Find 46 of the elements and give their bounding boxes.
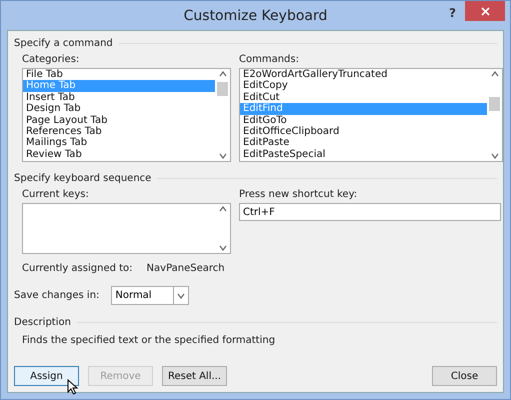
group-title: Description xyxy=(14,316,71,328)
list-item[interactable]: References Tab xyxy=(23,126,215,138)
commands-list[interactable]: E2oWordArtGalleryTruncated EditCopy EditCut EditFind EditGoTo EditOfficeClipboard EditPaste EditPasteSpecial xyxy=(239,68,503,162)
scroll-up-icon[interactable] xyxy=(490,71,498,77)
list-item[interactable]: Page Layout Tab xyxy=(23,114,215,126)
shortcut-key-field[interactable]: Ctrl+F xyxy=(239,203,501,221)
dialog-button[interactable]: Close xyxy=(432,366,497,386)
categories-list[interactable]: File Tab Home Tab Insert Tab Design Tab Page Layout Tab References Tab Mailings Tab Review Tab xyxy=(22,68,231,162)
scroll-down-icon[interactable] xyxy=(218,245,226,251)
assigned-label: Currently assigned to: xyxy=(22,263,133,274)
list-item[interactable]: EditPaste xyxy=(240,137,487,149)
list-item[interactable]: Insert Tab xyxy=(23,92,215,104)
dialog-button[interactable]: Reset All... xyxy=(162,366,227,386)
scroll-down-icon[interactable] xyxy=(490,153,498,159)
mouse-pointer-icon xyxy=(67,379,78,395)
save-changes-label: Save changes in: xyxy=(14,290,100,301)
list-item[interactable]: E2oWordArtGalleryTruncated xyxy=(240,69,487,80)
assigned-value: NavPaneSearch xyxy=(146,263,225,274)
list-label: Commands: xyxy=(239,54,300,65)
list-item[interactable]: Mailings Tab xyxy=(23,137,215,149)
window-title: Customize Keyboard xyxy=(184,8,328,24)
field-label: Current keys: xyxy=(22,189,90,200)
help-button[interactable]: ? xyxy=(449,6,456,20)
scroll-up-icon[interactable] xyxy=(218,206,226,212)
close-button[interactable] xyxy=(465,1,505,21)
close-icon xyxy=(480,6,490,16)
group-title: Specify keyboard sequence xyxy=(14,172,152,184)
scroll-up-icon[interactable] xyxy=(218,71,226,77)
list-item[interactable]: EditOfficeClipboard xyxy=(240,126,487,138)
field-label: Press new shortcut key: xyxy=(239,189,358,200)
scrollbar-thumb[interactable] xyxy=(217,82,228,96)
list-item[interactable]: EditCopy xyxy=(240,80,487,92)
list-item[interactable]: Design Tab xyxy=(23,103,215,115)
dialog-button[interactable]: Assign xyxy=(14,366,79,386)
dropdown-caret-icon[interactable] xyxy=(177,292,186,298)
scroll-down-icon[interactable] xyxy=(218,153,226,159)
list-item[interactable]: EditCut xyxy=(240,92,487,104)
list-item[interactable]: EditPasteSpecial xyxy=(240,148,487,160)
list-item[interactable]: File Tab xyxy=(23,69,215,80)
list-item[interactable]: EditGoTo xyxy=(240,114,487,126)
description-text: Finds the specified text or the specified formatting xyxy=(21,335,276,346)
save-changes-dropdown[interactable]: Normal xyxy=(111,286,190,305)
list-item[interactable]: Review Tab xyxy=(23,148,215,160)
list-label: Categories: xyxy=(22,54,80,65)
group-title: Specify a command xyxy=(14,38,113,48)
scrollbar-thumb[interactable] xyxy=(489,97,500,111)
